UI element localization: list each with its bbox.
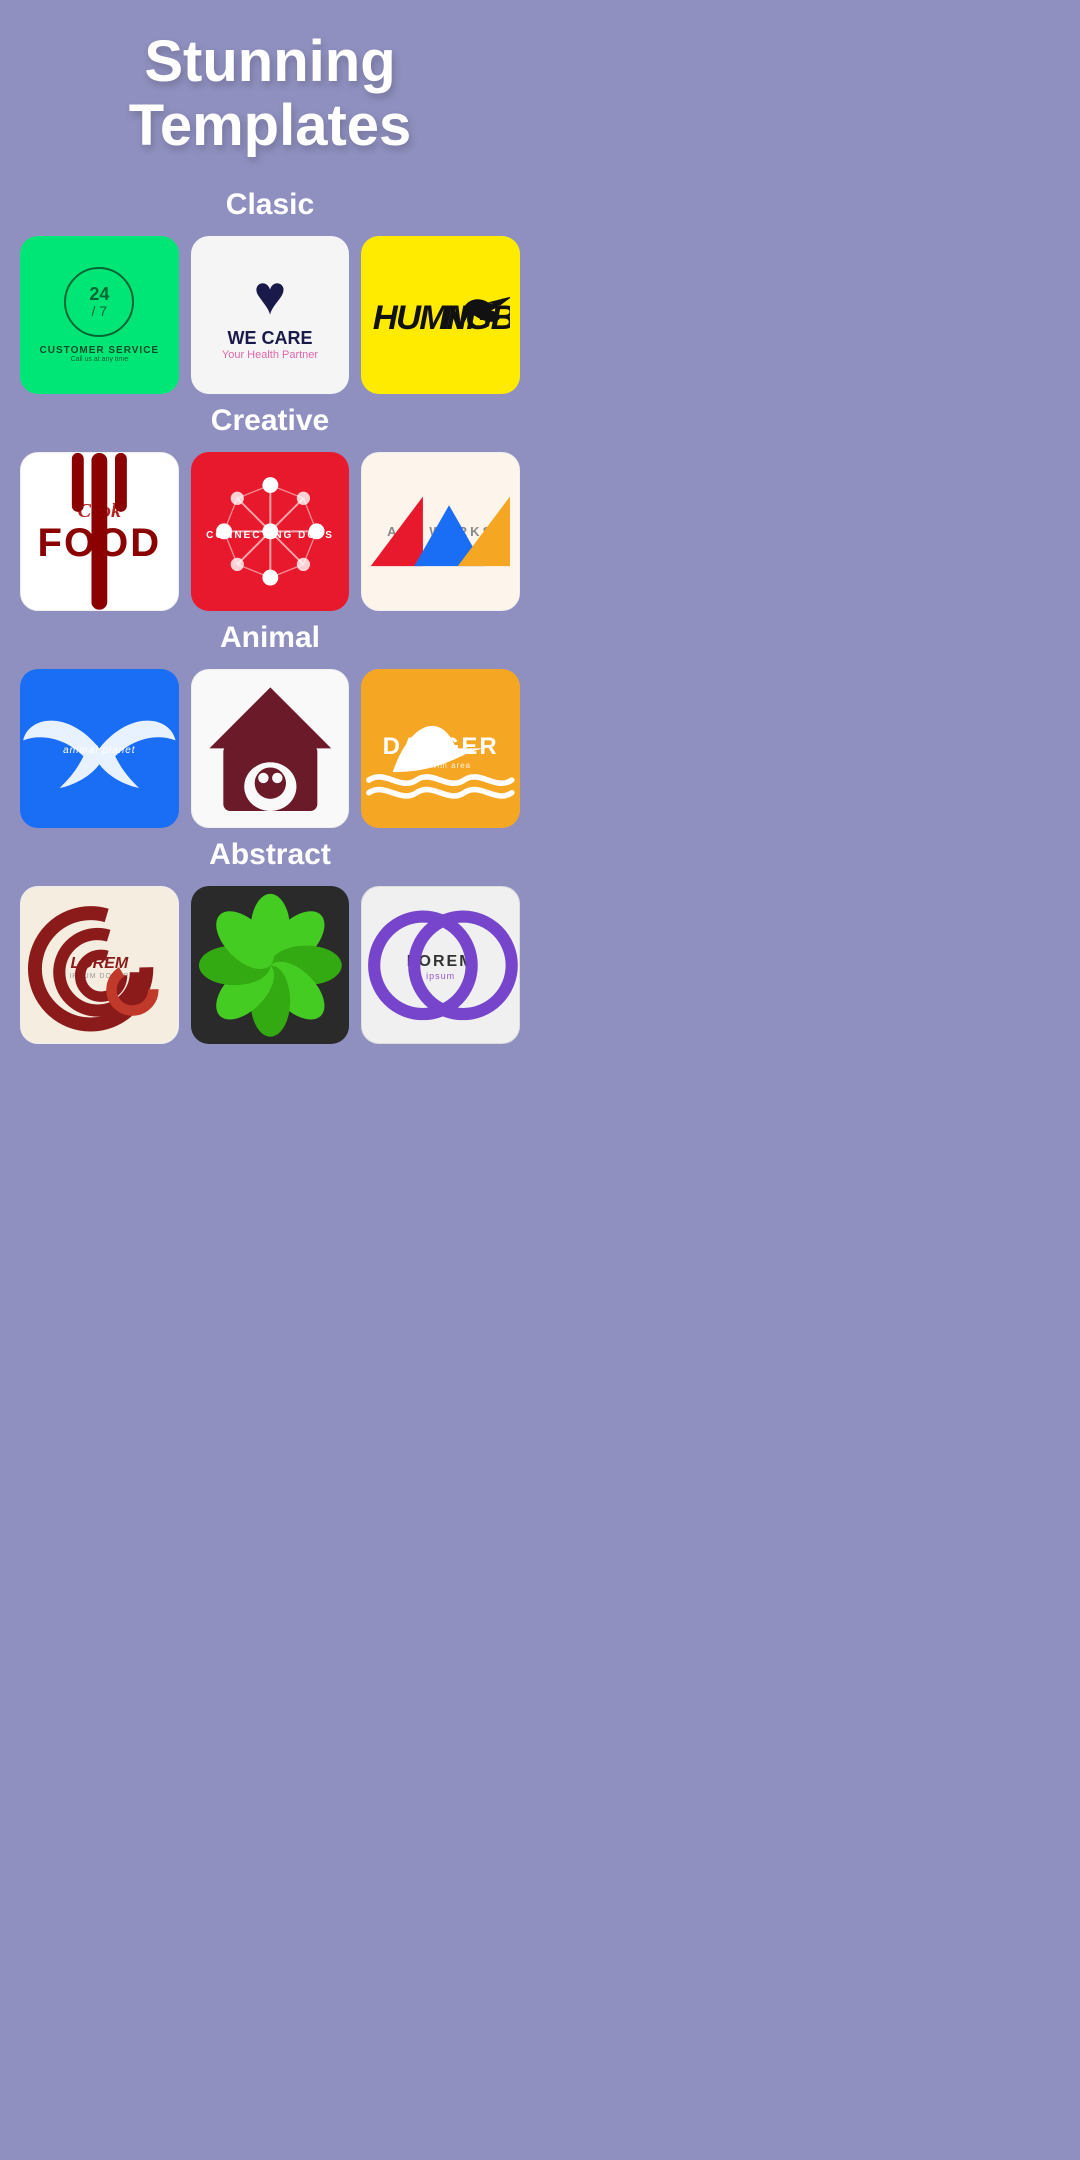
card-dog-house[interactable]: Dog House A home for your family — [191, 669, 350, 828]
card-art-works[interactable]: ART WORKS — [361, 452, 520, 611]
card-lorem-ipsum-2[interactable]: LOREM ipsum — [361, 886, 520, 1045]
card-animal-planet[interactable]: animal planet — [20, 669, 179, 828]
flower-icon — [191, 886, 350, 1045]
card-customer-service[interactable]: 24 / 7 CUSTOMER SERVICE Call us at any t… — [20, 236, 179, 395]
cards-grid-clasic: 24 / 7 CUSTOMER SERVICE Call us at any t… — [20, 236, 520, 395]
cards-grid-abstract: LOREM IPSUM DOLOR — [20, 886, 520, 1045]
section-abstract: Abstract LOREM IPSUM DOLOR — [20, 838, 520, 1045]
bird-icon — [20, 669, 179, 828]
svg-text:NGBIRD: NGBIRD — [442, 299, 510, 337]
page-title: Stunning Templates — [20, 30, 520, 158]
shark-icon — [361, 669, 520, 828]
triangles-icon — [362, 453, 519, 610]
section-label-animal: Animal — [20, 621, 520, 655]
card-cook-food[interactable]: Cook FOOD — [20, 452, 179, 611]
card-logo-maker[interactable]: LOGOMAKER Lorem Ipsum — [191, 886, 350, 1045]
dog-house-icon — [192, 670, 349, 827]
section-label-creative: Creative — [20, 404, 520, 438]
customer-service-title: CUSTOMER SERVICE — [40, 345, 160, 356]
we-care-title: WE CARE — [227, 328, 312, 349]
heart-icon: ♥ — [254, 268, 287, 323]
dots-pattern-icon — [191, 452, 350, 611]
interlocking-circles-icon — [362, 887, 519, 1044]
section-clasic: Clasic 24 / 7 CUSTOMER SERVICE Call us a… — [20, 188, 520, 395]
card-lorem-ipsum-1[interactable]: LOREM IPSUM DOLOR — [20, 886, 179, 1045]
card-hummingbird[interactable]: HUMM NGBIRD — [361, 236, 520, 395]
card-we-care[interactable]: ♥ WE CARE Your Health Partner — [191, 236, 350, 395]
section-label-clasic: Clasic — [20, 188, 520, 222]
fork-icon-right — [21, 453, 178, 610]
section-creative: Creative Cook FOOD — [20, 404, 520, 611]
section-label-abstract: Abstract — [20, 838, 520, 872]
customer-service-subtitle: Call us at any time — [71, 356, 129, 363]
service-icon: 24 / 7 — [64, 267, 134, 337]
spiral-icon — [21, 887, 178, 1044]
cards-grid-creative: Cook FOOD — [20, 452, 520, 611]
card-danger[interactable]: DANGER No swim area — [361, 669, 520, 828]
section-animal: Animal animal planet — [20, 621, 520, 828]
we-care-subtitle: Your Health Partner — [222, 349, 318, 361]
cards-grid-animal: animal planet — [20, 669, 520, 828]
card-connecting-dots[interactable]: CONNECTING DOTS — [191, 452, 350, 611]
